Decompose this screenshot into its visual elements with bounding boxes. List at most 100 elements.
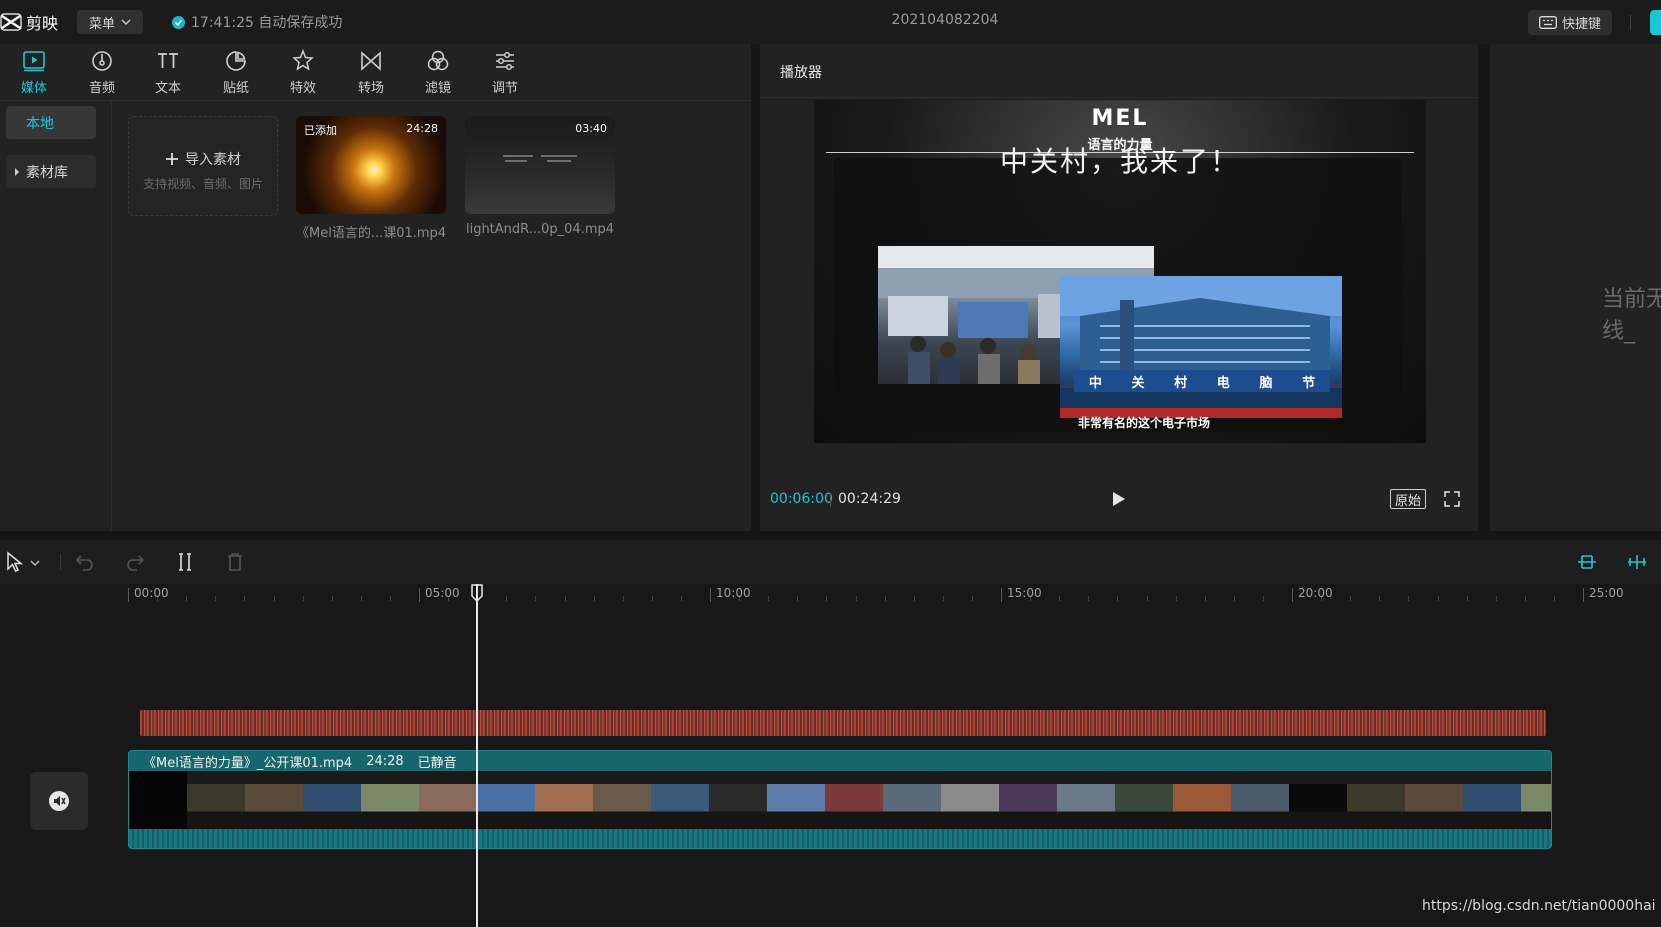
save-status-text: 17:41:25 自动保存成功 xyxy=(191,15,343,31)
top-divider xyxy=(1630,15,1631,30)
filmstrip-frame xyxy=(187,771,245,829)
clip-duration: 24:28 xyxy=(366,753,404,769)
track-mute-button[interactable] xyxy=(30,772,88,830)
filmstrip-frame xyxy=(593,771,651,829)
tab-adjust[interactable]: 调节 xyxy=(477,48,533,98)
ruler-major-tick xyxy=(710,588,711,602)
fullscreen-icon[interactable] xyxy=(1444,491,1460,507)
shortcut-label: 快捷键 xyxy=(1561,17,1601,32)
time-ruler[interactable]: 00:00 05:00 10:00 15:00 20:00 25:00 xyxy=(0,584,1661,614)
delete-icon[interactable] xyxy=(224,551,246,573)
media-thumbnail[interactable]: 已添加 24:28 xyxy=(296,116,446,214)
text-icon xyxy=(158,53,178,68)
media-item[interactable]: 03:40 lightAndR...0p_04.mp4 xyxy=(465,116,615,237)
filmstrip-frame xyxy=(825,771,883,829)
tab-effects-label: 特效 xyxy=(289,81,316,96)
video-clip[interactable]: 《Mel语言的力量》_公开课01.mp4 24:28 已静音 xyxy=(128,750,1552,849)
added-badge: 已添加 xyxy=(304,124,337,137)
media-icon xyxy=(23,51,45,72)
timeline-toolbar xyxy=(0,540,1661,584)
tab-sticker[interactable]: 贴纸 xyxy=(208,48,264,98)
tab-filter[interactable]: 滤镜 xyxy=(410,48,466,98)
video-preview[interactable]: MEL 语言的力量 中关村，我来了！ 中 关 村 电 脑 节 非常有名的这个电子… xyxy=(814,100,1426,443)
ruler-major-tick xyxy=(128,588,129,602)
snap-icon[interactable] xyxy=(1576,551,1598,573)
ruler-label: 10:00 xyxy=(716,586,751,600)
current-time: 00:06:00 xyxy=(770,491,833,507)
playhead[interactable] xyxy=(476,584,479,927)
effects-icon xyxy=(292,48,314,71)
filmstrip-frame xyxy=(535,771,593,829)
properties-panel: 当前无线_ xyxy=(1490,44,1661,531)
shortcut-button[interactable]: 快捷键 xyxy=(1528,10,1612,35)
filmstrip-frame xyxy=(129,771,187,829)
audio-icon xyxy=(92,51,112,71)
sticker-icon xyxy=(226,51,246,71)
nav-library[interactable]: 素材库 xyxy=(6,155,96,188)
menu-button[interactable]: 菜单 xyxy=(77,10,143,34)
ruler-minor-tick xyxy=(1437,596,1439,601)
filmstrip-frame xyxy=(1289,771,1347,829)
building-photo: 中 关 村 电 脑 节 xyxy=(1060,276,1342,418)
capcut-logo-icon xyxy=(0,13,22,31)
play-icon[interactable] xyxy=(1108,489,1128,509)
ruler-minor-tick xyxy=(1466,596,1468,601)
ruler-minor-tick xyxy=(1088,596,1090,601)
ruler-label: 00:00 xyxy=(134,586,169,600)
ruler-minor-tick xyxy=(1175,596,1177,601)
ruler-minor-tick xyxy=(884,596,886,601)
player-title: 播放器 xyxy=(780,65,822,81)
media-thumbnail[interactable]: 03:40 xyxy=(465,116,615,214)
nav-local[interactable]: 本地 xyxy=(6,106,96,139)
ruler-label: 25:00 xyxy=(1589,586,1624,600)
ruler-minor-tick xyxy=(1379,596,1381,601)
filmstrip-frame xyxy=(941,771,999,829)
tab-effects[interactable]: 特效 xyxy=(275,48,331,98)
media-duration: 03:40 xyxy=(575,122,607,135)
ruler-label: 20:00 xyxy=(1298,586,1333,600)
import-media-card[interactable]: 导入素材 支持视频、音频、图片 xyxy=(128,116,278,216)
ruler-minor-tick xyxy=(360,596,362,601)
tab-transition[interactable]: 转场 xyxy=(343,48,399,98)
check-icon xyxy=(172,15,185,29)
export-button[interactable] xyxy=(1650,10,1661,35)
building-sign: 中 关 村 电 脑 节 xyxy=(1074,370,1330,392)
cursor-icon[interactable] xyxy=(4,551,26,573)
split-icon[interactable] xyxy=(174,551,196,573)
tab-adjust-label: 调节 xyxy=(491,81,518,96)
ruler-minor-tick xyxy=(506,596,508,601)
filmstrip-frame xyxy=(1115,771,1173,829)
audio-waveform-track[interactable] xyxy=(140,710,1546,736)
undo-icon[interactable] xyxy=(74,551,96,573)
filmstrip-frame xyxy=(1463,771,1521,829)
tab-audio[interactable]: 音频 xyxy=(74,48,130,98)
link-icon[interactable] xyxy=(1626,551,1648,573)
ratio-button[interactable]: 原始 xyxy=(1390,489,1426,509)
media-item[interactable]: 已添加 24:28 《Mel语言的...课01.mp4 xyxy=(296,116,446,241)
caret-right-icon xyxy=(15,167,19,176)
project-name[interactable]: 202104082204 xyxy=(830,12,1060,28)
clip-filmstrip xyxy=(129,771,1551,829)
ruler-minor-tick xyxy=(1524,596,1526,601)
tab-text-label: 文本 xyxy=(154,81,181,96)
empty-hint: 当前无线_ xyxy=(1602,287,1661,344)
sign-char: 电 xyxy=(1216,375,1230,391)
tab-text[interactable]: 文本 xyxy=(140,48,196,98)
plus-icon xyxy=(166,153,178,165)
tab-sticker-label: 贴纸 xyxy=(222,81,249,96)
tab-media[interactable]: 媒体 xyxy=(6,48,62,98)
clip-audio-waveform xyxy=(129,829,1551,848)
nav-library-label: 素材库 xyxy=(26,164,68,181)
ruler-label: 15:00 xyxy=(1007,586,1042,600)
mel-logo: MEL xyxy=(1091,106,1149,131)
ruler-minor-tick xyxy=(215,596,217,601)
watermark: https://blog.csdn.net/tian0000hai xyxy=(1422,898,1656,914)
redo-icon[interactable] xyxy=(124,551,146,573)
media-source-nav: 本地 素材库 xyxy=(0,100,112,531)
time-separator xyxy=(830,493,831,507)
ruler-minor-tick xyxy=(826,596,828,601)
ruler-label: 05:00 xyxy=(425,586,460,600)
chevron-down-icon[interactable] xyxy=(28,551,42,573)
sign-char: 关 xyxy=(1131,375,1145,391)
filmstrip-frame xyxy=(709,771,767,829)
